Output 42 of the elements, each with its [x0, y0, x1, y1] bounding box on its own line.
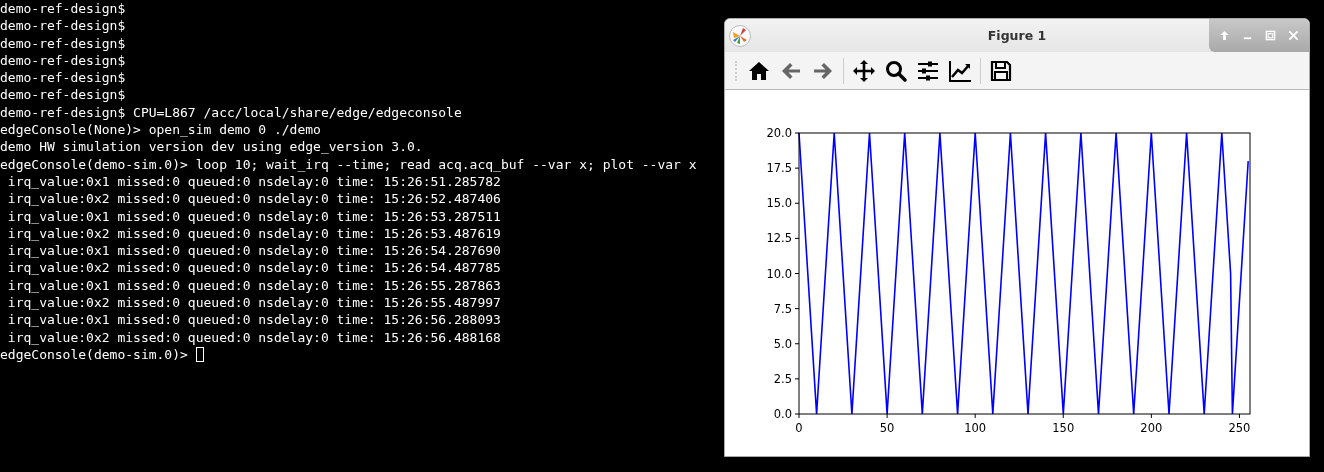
app-logo-icon: [729, 24, 751, 47]
terminal-line: demo-ref-design$: [0, 0, 126, 18]
terminal-line: irq_value:0x2 missed:0 queued:0 nsdelay:0 time: 15:26:55.487997: [6, 294, 501, 312]
terminal-line: demo-ref-design$: [0, 69, 126, 87]
terminal-line: demo HW simulation version dev using edge_version 3.0.: [0, 138, 423, 156]
x-tick-label: 0: [795, 421, 803, 435]
terminal-line: irq_value:0x1 missed:0 queued:0 nsdelay:0 time: 15:26:51.285782: [6, 172, 501, 191]
terminal-line: edgeConsole(demo-sim.0)> loop 10; wait_irq --time; read acq.acq_buf --var x; plot --var x: [0, 155, 697, 173]
move-arrows-icon[interactable]: [852, 58, 876, 83]
terminal-line: demo-ref-design$: [0, 17, 126, 35]
terminal-line: irq_value:0x2 missed:0 queued:0 nsdelay:0 time: 15:26:56.488168: [6, 328, 501, 346]
y-tick-label: 20.0: [766, 126, 792, 140]
terminal-line: irq_value:0x2 missed:0 queued:0 nsdelay:0 time: 15:26:53.487619: [6, 224, 501, 243]
x-tick-label: 50: [879, 421, 895, 435]
y-tick-label: 17.5: [766, 161, 792, 176]
terminal-line: demo-ref-design$: [0, 34, 126, 52]
terminal-line: irq_value:0x1 missed:0 queued:0 nsdelay:0 time: 15:26:54.287690: [6, 242, 501, 260]
y-tick-label: 7.5: [773, 301, 792, 316]
y-tick-label: 5.0: [773, 336, 792, 351]
window-title: Figure 1: [987, 28, 1047, 43]
terminal-line: demo-ref-design$ CPU=L867 /acc/local/share/edge/edgeconsole: [0, 103, 462, 122]
terminal-line: irq_value:0x1 missed:0 queued:0 nsdelay:0 time: 15:26:55.287863: [6, 276, 501, 295]
terminal-line: irq_value:0x2 missed:0 queued:0 nsdelay:0 time: 15:26:52.487406: [6, 190, 501, 208]
y-tick-label: 15.0: [766, 196, 792, 211]
line-chart-icon[interactable]: [948, 58, 972, 83]
terminal-line: edgeConsole(None)> open_sim demo 0 ./demo: [0, 121, 321, 139]
y-tick-label: 0.0: [773, 407, 792, 421]
terminal-line: irq_value:0x1 missed:0 queued:0 nsdelay:0 time: 15:26:56.288093: [6, 311, 501, 329]
y-tick-label: 12.5: [766, 231, 792, 246]
x-tick-label: 200: [1140, 421, 1163, 435]
terminal-line: demo-ref-design$: [0, 51, 126, 70]
y-tick-label: 2.5: [773, 371, 792, 386]
search-icon[interactable]: [884, 58, 908, 83]
text-cursor: [195, 347, 204, 363]
terminal-line: demo-ref-design$: [0, 86, 126, 104]
x-tick-label: 250: [1228, 421, 1251, 435]
terminal-line: irq_value:0x1 missed:0 queued:0 nsdelay:0 time: 15:26:53.287511: [6, 207, 501, 225]
x-tick-label: 150: [1052, 421, 1075, 435]
y-tick-label: 10.0: [766, 266, 792, 281]
x-tick-label: 100: [964, 421, 987, 435]
terminal-prompt: edgeConsole(demo-sim.0)>: [0, 345, 188, 364]
terminal-line: irq_value:0x2 missed:0 queued:0 nsdelay:0 time: 15:26:54.487785: [6, 259, 501, 277]
